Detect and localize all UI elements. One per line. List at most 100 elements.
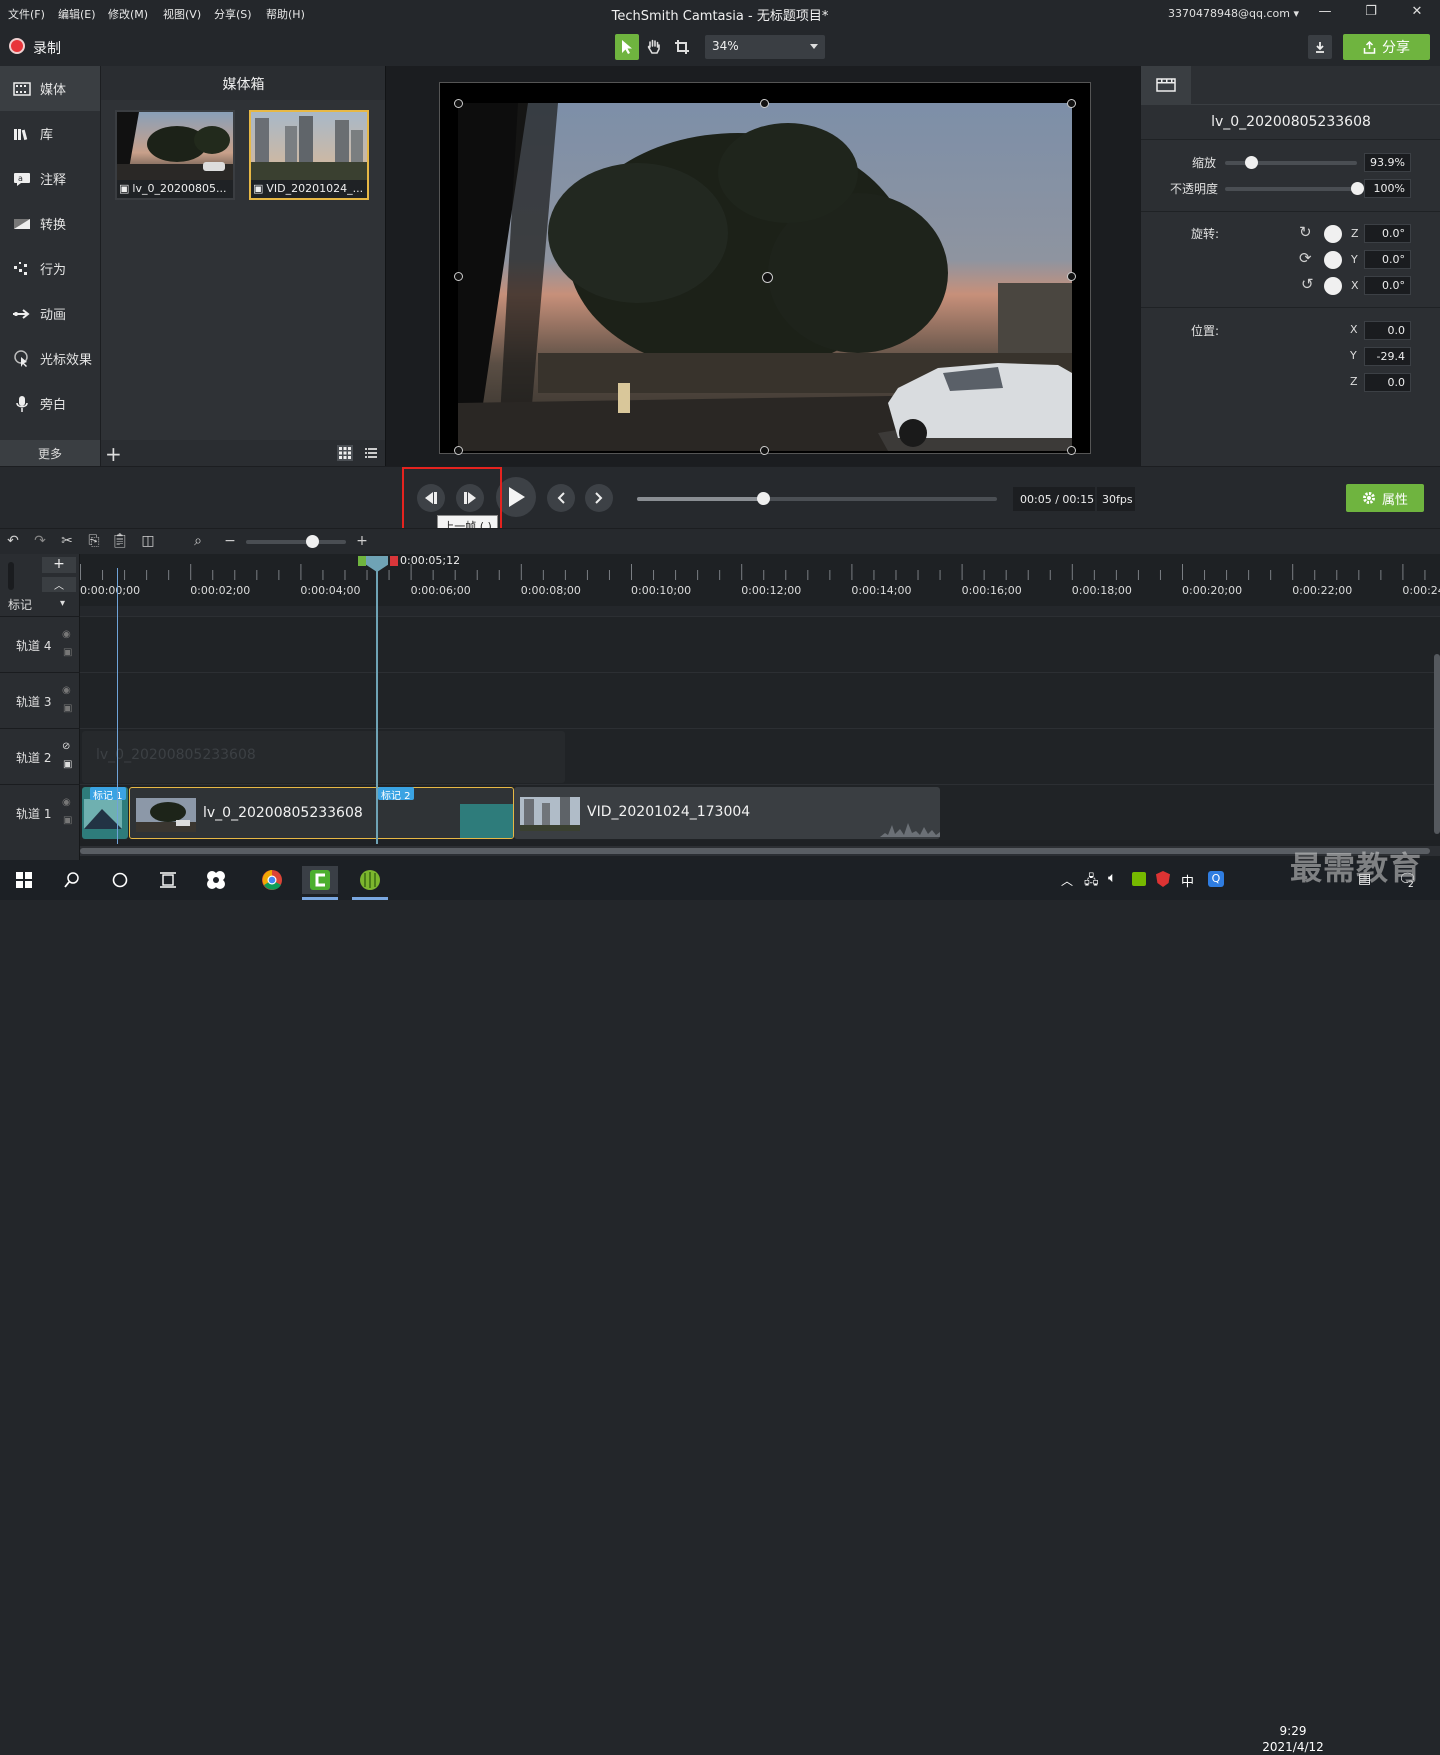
rotation-z-dial[interactable] xyxy=(1324,225,1342,243)
rotation-x-input[interactable]: 0.0° xyxy=(1364,276,1411,295)
camtasia-taskbar-icon[interactable] xyxy=(302,866,338,894)
position-x-input[interactable]: 0.0 xyxy=(1364,321,1411,340)
timeline-clip-vid[interactable]: VID_20201024_173004 xyxy=(514,787,940,839)
search-icon[interactable] xyxy=(54,866,90,894)
taskbar-clock[interactable]: 9:29 2021/4/12 xyxy=(1258,1723,1328,1755)
resize-handle[interactable] xyxy=(760,99,769,108)
opacity-slider[interactable] xyxy=(1225,182,1364,195)
eye-hidden-icon[interactable]: ⊘ xyxy=(62,741,70,752)
share-button[interactable]: 分享 xyxy=(1343,34,1430,60)
timeline-zoom-slider[interactable] xyxy=(246,535,346,548)
undo-icon[interactable]: ↶ xyxy=(3,533,23,551)
next-clip-button[interactable] xyxy=(585,484,613,512)
pinwheel-app-icon[interactable] xyxy=(198,866,234,894)
restore-icon[interactable]: ❐ xyxy=(1361,4,1381,22)
center-move-handle[interactable] xyxy=(762,272,773,283)
range-end-handle[interactable] xyxy=(390,556,398,566)
select-tool-button[interactable] xyxy=(615,34,639,60)
play-button[interactable] xyxy=(496,477,536,517)
nav-item-behaviors[interactable]: 行为 xyxy=(0,246,100,291)
playback-scrubber[interactable] xyxy=(637,492,997,505)
volume-icon[interactable]: 🔈︎ xyxy=(1108,870,1116,886)
track-header-3[interactable]: 轨道 3 ◉ ▣ xyxy=(0,672,80,728)
nvidia-icon[interactable] xyxy=(1132,872,1146,886)
position-y-input[interactable]: -29.4 xyxy=(1364,347,1411,366)
scale-input[interactable]: 93.9% xyxy=(1364,153,1411,172)
rotation-y-dial[interactable] xyxy=(1324,251,1342,269)
marker-tag-1[interactable]: 标记 1 xyxy=(90,787,126,802)
time-ruler[interactable]: 0:00:00;00 0:00:02;00 0:00:04;00 0:00:06;00… xyxy=(80,554,1440,616)
tray-expand-icon[interactable]: ︿ xyxy=(1061,872,1073,889)
rotation-x-dial[interactable] xyxy=(1324,277,1342,295)
nav-item-annotations[interactable]: a 注释 xyxy=(0,156,100,201)
windows-start-icon[interactable] xyxy=(6,866,42,894)
timeline-scrollbar[interactable] xyxy=(80,846,1440,856)
minimize-icon[interactable]: — xyxy=(1315,4,1335,22)
collapse-tracks-button[interactable]: ︿ xyxy=(42,577,76,592)
resize-handle[interactable] xyxy=(454,99,463,108)
paste-icon[interactable]: 📋︎ xyxy=(110,533,130,551)
track-row-4[interactable] xyxy=(80,616,1440,672)
media-item[interactable]: ▣ VID_20201024_... xyxy=(249,110,369,200)
pan-tool-button[interactable] xyxy=(642,34,666,60)
lock-icon[interactable]: ▣ xyxy=(63,759,72,770)
network-icon[interactable]: 🖧︎ xyxy=(1084,871,1099,893)
caret-down-icon[interactable]: ▾ xyxy=(60,598,65,609)
marker-tag-2[interactable]: 标记 2 xyxy=(378,787,414,802)
nav-item-cursor-effects[interactable]: 光标效果 xyxy=(0,336,100,381)
nav-item-library[interactable]: 库 xyxy=(0,111,100,156)
task-view-icon[interactable] xyxy=(150,866,186,894)
nav-item-transitions[interactable]: 转换 xyxy=(0,201,100,246)
track-height-slider[interactable] xyxy=(8,562,14,590)
previous-clip-button[interactable] xyxy=(547,484,575,512)
opacity-slider-knob[interactable] xyxy=(1351,182,1364,195)
opacity-input[interactable]: 100% xyxy=(1364,179,1411,198)
resize-handle[interactable] xyxy=(1067,99,1076,108)
scrollbar-thumb[interactable] xyxy=(80,848,1430,854)
scale-slider-knob[interactable] xyxy=(1245,156,1259,169)
nav-item-narration[interactable]: 旁白 xyxy=(0,381,100,426)
vertical-scrollbar[interactable] xyxy=(1434,654,1440,834)
eye-icon[interactable]: ◉ xyxy=(62,797,71,808)
properties-button[interactable]: 属性 xyxy=(1346,484,1424,512)
copy-icon[interactable]: ⎘ xyxy=(84,533,104,551)
zoom-out-icon[interactable]: − xyxy=(220,533,240,551)
track-row-3[interactable] xyxy=(80,672,1440,728)
playhead-line[interactable] xyxy=(376,564,378,844)
zoom-search-icon[interactable]: ⌕ xyxy=(188,533,208,551)
resize-handle[interactable] xyxy=(760,446,769,455)
add-media-button[interactable]: + xyxy=(105,442,122,466)
track-header-2[interactable]: 轨道 2 ⊘ ▣ xyxy=(0,728,80,784)
media-item[interactable]: ▣ lv_0_20200805... xyxy=(115,110,235,200)
redo-icon[interactable]: ↷ xyxy=(30,533,50,551)
track-header-1[interactable]: 轨道 1 ◉ ▣ xyxy=(0,784,80,840)
timeline-clip-lv[interactable]: lv_0_20200805233608 xyxy=(129,787,514,839)
close-icon[interactable]: ✕ xyxy=(1407,4,1427,22)
eye-icon[interactable]: ◉ xyxy=(62,685,71,696)
nav-item-animations[interactable]: 动画 xyxy=(0,291,100,336)
timeline-zoom-knob[interactable] xyxy=(306,535,319,548)
add-track-button[interactable]: + xyxy=(42,557,76,573)
rotation-z-input[interactable]: 0.0° xyxy=(1364,224,1411,243)
app-green-icon[interactable] xyxy=(352,866,388,894)
cortana-icon[interactable] xyxy=(102,866,138,894)
resize-handle[interactable] xyxy=(454,446,463,455)
cut-icon[interactable]: ✂ xyxy=(57,533,77,551)
more-button[interactable]: 更多 xyxy=(0,440,100,466)
list-view-icon[interactable] xyxy=(363,445,379,461)
scrubber-knob[interactable] xyxy=(757,492,770,505)
export-download-button[interactable] xyxy=(1308,35,1332,59)
lock-icon[interactable]: ▣ xyxy=(63,703,72,714)
rotation-y-input[interactable]: 0.0° xyxy=(1364,250,1411,269)
range-start-handle[interactable] xyxy=(358,556,366,566)
track-header-4[interactable]: 轨道 4 ◉ ▣ xyxy=(0,616,80,672)
lock-icon[interactable]: ▣ xyxy=(63,815,72,826)
zoom-dropdown[interactable]: 34% xyxy=(705,35,825,59)
chrome-icon[interactable] xyxy=(254,866,290,894)
marker-track-lane[interactable] xyxy=(80,606,1440,616)
visual-properties-tab[interactable] xyxy=(1141,66,1191,104)
zoom-in-icon[interactable]: + xyxy=(352,533,372,551)
position-z-input[interactable]: 0.0 xyxy=(1364,373,1411,392)
crop-tool-button[interactable] xyxy=(670,34,694,60)
account-menu[interactable]: 3370478948@qq.com ▾ xyxy=(1168,7,1299,20)
